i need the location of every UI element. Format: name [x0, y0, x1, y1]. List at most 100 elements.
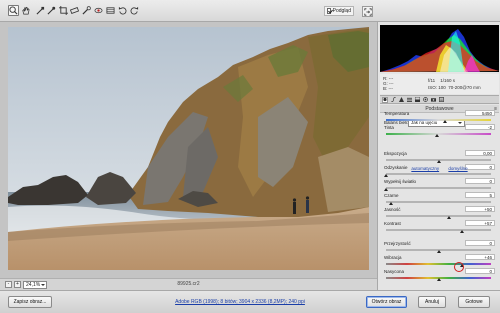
- slider-label: Czarne: [384, 193, 399, 198]
- color-sampler-icon[interactable]: [46, 5, 57, 16]
- split-toning-icon: [414, 97, 420, 102]
- slider-label: Przejrzystość: [384, 241, 411, 246]
- aperture-icon: [383, 97, 387, 102]
- slider-contrast[interactable]: Kontrast +57: [384, 220, 497, 234]
- spot-removal-icon[interactable]: [81, 5, 92, 16]
- slider-value-field[interactable]: 0: [465, 240, 495, 246]
- slider-thumb[interactable]: [447, 216, 451, 219]
- tab-tone-curve[interactable]: [390, 97, 396, 103]
- slider-track[interactable]: [386, 119, 491, 121]
- save-image-button[interactable]: Zapisz obraz...: [8, 296, 52, 308]
- slider-saturation[interactable]: Nasycona 0: [384, 268, 497, 282]
- toolbar: Podgląd: [0, 0, 500, 22]
- b-value: ---: [388, 86, 394, 91]
- slider-value-field[interactable]: 0: [465, 268, 495, 274]
- photo-preview[interactable]: [8, 27, 369, 270]
- slider-tint[interactable]: Tinta -2: [384, 124, 497, 138]
- slider-track[interactable]: [386, 229, 491, 231]
- slider-thumb[interactable]: [389, 202, 394, 205]
- lens-icon: [422, 97, 428, 102]
- slider-thumb[interactable]: [384, 188, 388, 191]
- preview-checkbox-box[interactable]: [327, 8, 331, 14]
- camera-icon: [430, 98, 436, 102]
- fullscreen-button[interactable]: [362, 6, 373, 17]
- slider-track[interactable]: [386, 201, 491, 203]
- open-image-button[interactable]: Otwórz obraz: [366, 296, 407, 308]
- preferences-icon[interactable]: [105, 5, 116, 16]
- zoom-bar: - + 24,1% 89925.cr2: [0, 278, 377, 290]
- tab-presets[interactable]: [438, 97, 444, 103]
- aperture: f/11: [428, 78, 436, 83]
- tab-split-toning[interactable]: [414, 97, 420, 103]
- hsl-icon: [406, 97, 412, 102]
- slider-temperature[interactable]: Temperatura 5450: [384, 110, 497, 124]
- slider-thumb[interactable]: [435, 134, 440, 137]
- preview-label: Podgląd: [332, 8, 351, 14]
- workflow-options-link[interactable]: Adobe RGB (1998); 8 bitów; 3904 x 2336 (…: [140, 299, 340, 305]
- file-name: 89925.cr2: [177, 281, 200, 287]
- slider-label: Ekspozycja: [384, 151, 407, 156]
- cancel-button[interactable]: Anuluj: [418, 296, 446, 308]
- slider-track[interactable]: [386, 263, 491, 265]
- slider-track[interactable]: [386, 187, 491, 189]
- slider-value-field[interactable]: +46: [465, 254, 495, 260]
- zoom-icon[interactable]: [8, 5, 19, 16]
- tab-basic[interactable]: [382, 96, 388, 103]
- slider-value-field[interactable]: 5: [465, 192, 495, 198]
- preview-checkbox[interactable]: Podgląd: [324, 6, 354, 16]
- fullscreen-icon: [363, 7, 372, 16]
- auto-links: automatyczny domyślne: [378, 166, 500, 171]
- slider-value-field[interactable]: 5450: [465, 110, 495, 116]
- slider-track[interactable]: [386, 173, 491, 175]
- slider-label: Wibracja: [384, 255, 402, 260]
- slider-label: Temperatura: [384, 111, 410, 116]
- crop-icon[interactable]: [58, 5, 69, 16]
- slider-value-field[interactable]: 0: [465, 178, 495, 184]
- slider-label: Kontrast: [384, 221, 401, 226]
- hand-icon[interactable]: [20, 5, 31, 16]
- cursor-highlight: [454, 262, 464, 272]
- slider-fill-light[interactable]: Wypełnij światło 0: [384, 178, 497, 192]
- slider-thumb[interactable]: [436, 250, 441, 253]
- triangle-icon: [398, 97, 404, 102]
- slider-label: Tinta: [384, 125, 394, 130]
- tab-hsl[interactable]: [406, 97, 412, 103]
- default-link[interactable]: domyślne: [448, 166, 467, 171]
- slider-blacks[interactable]: Czarne 5: [384, 192, 497, 206]
- slider-label: Nasycona: [384, 269, 405, 274]
- presets-icon: [438, 97, 444, 102]
- slider-label: Jasność: [384, 207, 401, 212]
- iso: ISO: 100: [428, 85, 446, 90]
- slider-thumb[interactable]: [436, 278, 441, 281]
- slider-thumb[interactable]: [384, 174, 388, 177]
- tab-detail[interactable]: [398, 97, 404, 103]
- slider-value-field[interactable]: -2: [465, 124, 495, 130]
- slider-label: Wypełnij światło: [384, 179, 416, 184]
- red-eye-icon[interactable]: [93, 5, 104, 16]
- shutter-speed: 1/160 s: [440, 78, 455, 83]
- slider-track[interactable]: [386, 215, 491, 217]
- b-label: B:: [383, 86, 388, 91]
- rotate-right-icon[interactable]: [129, 5, 140, 16]
- slider-value-field[interactable]: +57: [465, 220, 495, 226]
- white-balance-icon[interactable]: [35, 5, 46, 16]
- straighten-icon[interactable]: [69, 5, 80, 16]
- auto-link[interactable]: automatyczny: [411, 166, 439, 171]
- lens: 70-200@70 mm: [448, 85, 481, 90]
- slider-vibrance[interactable]: Wibracja +46: [384, 254, 497, 268]
- done-button[interactable]: Gotowe: [458, 296, 490, 308]
- bottom-bar: Zapisz obraz... Adobe RGB (1998); 8 bitó…: [0, 290, 500, 313]
- slider-thumb[interactable]: [436, 160, 441, 163]
- slider-thumb[interactable]: [459, 230, 464, 233]
- panel-tabs: [380, 95, 499, 104]
- slider-exposure[interactable]: Ekspozycja 0,00: [384, 150, 497, 164]
- slider-thumb[interactable]: [442, 120, 447, 123]
- slider-clarity[interactable]: Przejrzystość 0: [384, 240, 497, 254]
- slider-brightness[interactable]: Jasność +50: [384, 206, 497, 220]
- tab-lens[interactable]: [422, 97, 428, 103]
- slider-value-field[interactable]: +50: [465, 206, 495, 212]
- tab-camera-calibration[interactable]: [430, 97, 436, 103]
- rotate-left-icon[interactable]: [117, 5, 128, 16]
- image-canvas[interactable]: [0, 22, 377, 278]
- slider-value-field[interactable]: 0,00: [465, 150, 495, 156]
